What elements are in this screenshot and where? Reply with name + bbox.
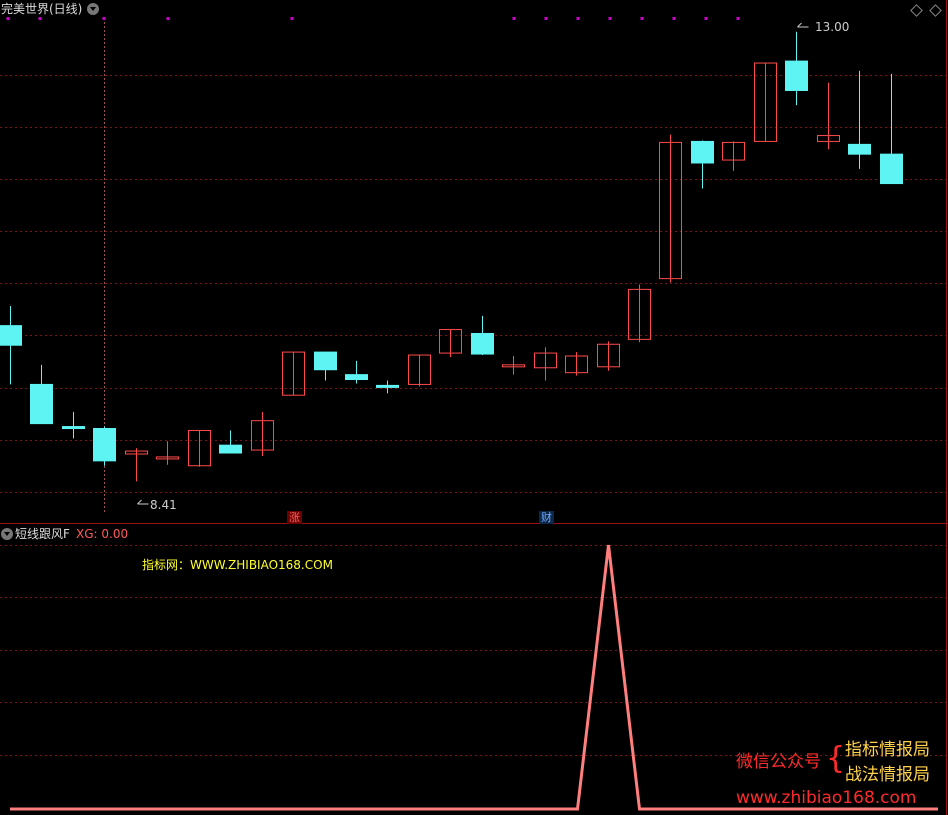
chevron-down-icon-indicator[interactable] [1,528,13,540]
candle-body-28 [880,153,903,185]
event-tag-zhang[interactable]: 涨 [287,511,302,524]
high-price-label: 13.00 [815,20,850,34]
candle-body-1 [30,383,53,425]
top-marker-3 [166,17,170,20]
candle-body-25 [785,60,808,91]
candle-body-10 [314,351,337,371]
account-1-label: 指标情报局 [845,740,930,760]
top-marker-5 [512,17,516,20]
wechat-label: 微信公众号 [736,752,821,772]
top-marker-6 [544,17,548,20]
top-marker-2 [102,17,106,20]
top-marker-8 [608,17,612,20]
high-pointer-head [797,22,802,28]
candle-body-7 [219,444,242,454]
low-price-label: 8.41 [150,498,177,512]
candle-body-12 [376,384,399,388]
low-pointer-head [137,499,142,505]
xg-value-label: XG: 0.00 [76,527,129,541]
account-2-label: 战法情报局 [845,765,930,785]
chart-stage [0,0,948,815]
candle-body-15 [471,332,494,355]
top-marker-4 [290,17,294,20]
brace-symbol: { [826,741,846,776]
indicator-panel-title: 短线跟风F [15,527,70,541]
top-marker-7 [576,17,580,20]
candle-body-3 [93,428,116,462]
top-marker-1 [38,17,42,20]
top-marker-11 [704,17,708,20]
chevron-down-icon[interactable] [87,3,99,15]
top-marker-9 [640,17,644,20]
top-marker-0 [6,17,10,20]
candle-body-2 [62,426,85,430]
candle-body-22 [691,140,714,164]
candle-body-11 [345,374,368,381]
url-label: www.zhibiao168.com [736,788,917,808]
candle-body-0 [0,325,22,346]
candle-body-27 [848,143,871,155]
main-panel-title: 完美世界(日线) [1,2,83,16]
top-marker-12 [736,17,740,20]
event-tag-cai[interactable]: 财 [539,511,554,524]
top-marker-10 [672,17,676,20]
watermark-text: 指标网：WWW.ZHIBIAO168.COM [142,558,333,572]
